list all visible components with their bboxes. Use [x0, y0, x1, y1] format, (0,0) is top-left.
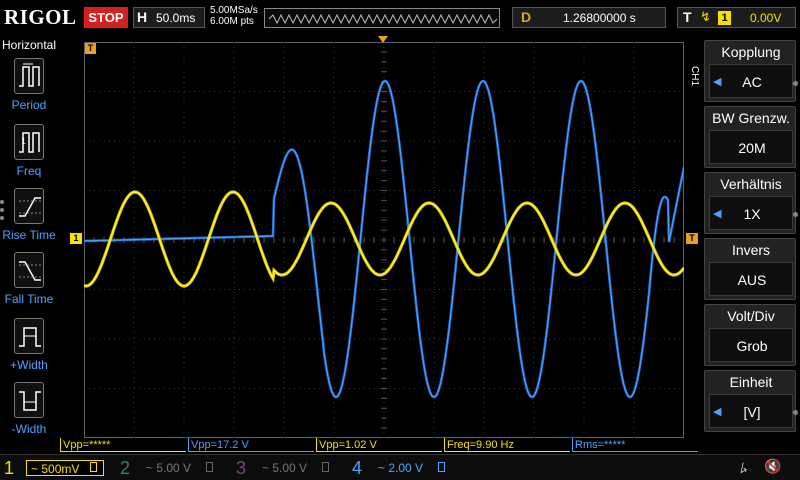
memory-overview-waveform — [268, 13, 498, 25]
menu-bandwidth-limit[interactable]: BW Grenzw. 20M — [704, 106, 796, 168]
measure-freq[interactable]: 1 Freq — [0, 124, 58, 186]
panel-scroll-indicator[interactable] — [0, 196, 6, 224]
plus-width-icon — [14, 318, 44, 354]
rising-edge-icon: ↯ — [700, 9, 711, 24]
channel-1-status[interactable]: 1 ~ 500mV — [0, 457, 110, 479]
channel-2-status[interactable]: 2 ~ 5.00 V — [116, 457, 226, 479]
ch1-level-marker[interactable]: 1 — [70, 233, 82, 244]
trigger-source: 1 — [718, 11, 731, 25]
menu-invert[interactable]: Invers AUS — [704, 238, 796, 300]
trigger-box[interactable]: T ↯ 1 0.00V — [677, 7, 796, 28]
knob-indicator — [793, 212, 798, 217]
channel-4-status[interactable]: 4 ~ 2.00 V — [348, 457, 458, 479]
knob-indicator — [793, 81, 798, 86]
timebase-box[interactable]: H 50.0ms — [133, 7, 205, 28]
channel-tab: CH1 — [689, 65, 700, 86]
fall-time-icon — [14, 252, 44, 288]
bandwidth-limit-icon — [90, 462, 97, 472]
measurement-bar: Vpp=***** Vpp=17.2 V Vpp=1.02 V Freq=9.9… — [60, 438, 800, 452]
measurement-item[interactable]: Freq=9.90 Hz — [444, 438, 570, 452]
waveform-grid — [84, 42, 684, 438]
measure-fall-time[interactable]: Fall Time — [0, 252, 58, 314]
speaker-muted-icon[interactable]: 🔇 — [764, 458, 781, 475]
period-icon — [14, 58, 44, 94]
trigger-position-marker[interactable]: T — [85, 43, 96, 54]
memory-overview-bar — [264, 8, 500, 28]
run-stop-button[interactable]: STOP — [84, 7, 128, 28]
delay-box[interactable]: D 1.26800000 s — [512, 7, 666, 28]
measure-period[interactable]: Period — [0, 58, 58, 120]
channel-3-status[interactable]: 3 ~ 5.00 V — [232, 457, 342, 479]
trigger-level: 0.00V — [750, 11, 782, 25]
measurement-item[interactable]: Vpp=17.2 V — [188, 438, 314, 452]
memory-depth: 6.00M pts — [210, 16, 254, 27]
trigger-time-marker[interactable] — [378, 36, 388, 43]
menu-probe-ratio[interactable]: Verhältnis ◀ 1X — [704, 172, 796, 234]
panel-title: Horizontal — [2, 38, 57, 52]
usb-icon: ⭞ — [740, 460, 748, 476]
svg-text:1: 1 — [21, 137, 26, 146]
brand-logo: RIGOL — [4, 5, 77, 29]
menu-unit[interactable]: Einheit ◀ [V] — [704, 370, 796, 432]
measure-minus-width[interactable]: -Width — [0, 382, 58, 444]
horizontal-measure-panel: Horizontal Period 1 Freq Rise Time Fall … — [0, 36, 58, 454]
measurement-item[interactable]: Vpp=1.02 V — [316, 438, 442, 452]
minus-width-icon — [14, 382, 44, 418]
measurement-item[interactable]: Vpp=***** — [60, 438, 186, 452]
freq-icon: 1 — [14, 124, 44, 160]
timebase-value: 50.0ms — [156, 11, 196, 25]
horizontal-key: H — [137, 9, 148, 25]
menu-coupling[interactable]: Kopplung ◀ AC — [704, 40, 796, 102]
bandwidth-limit-icon — [322, 462, 329, 472]
top-status-bar: RIGOL STOP H 50.0ms 5.00MSa/s 6.00M pts … — [0, 0, 800, 36]
bandwidth-limit-icon — [438, 462, 445, 472]
waveform-display[interactable] — [84, 42, 684, 438]
acquisition-info: 5.00MSa/s 6.00M pts — [210, 5, 258, 27]
delay-key: D — [521, 9, 532, 25]
measure-rise-time[interactable]: Rise Time — [0, 188, 58, 250]
delay-value: 1.26800000 s — [563, 11, 636, 25]
knob-indicator — [793, 410, 798, 415]
channel-status-bar: 1 ~ 500mV 2 ~ 5.00 V 3 ~ 5.00 V 4 ~ 2.00… — [0, 454, 800, 480]
measure-plus-width[interactable]: +Width — [0, 318, 58, 380]
measurement-item[interactable]: Rms=***** — [572, 438, 698, 452]
rise-time-icon — [14, 188, 44, 224]
sample-rate: 5.00MSa/s — [210, 5, 258, 16]
trigger-level-marker[interactable]: T — [686, 233, 698, 244]
bandwidth-limit-icon — [206, 462, 213, 472]
menu-volt-div[interactable]: Volt/Div Grob — [704, 304, 796, 366]
trigger-key: T — [683, 9, 692, 25]
